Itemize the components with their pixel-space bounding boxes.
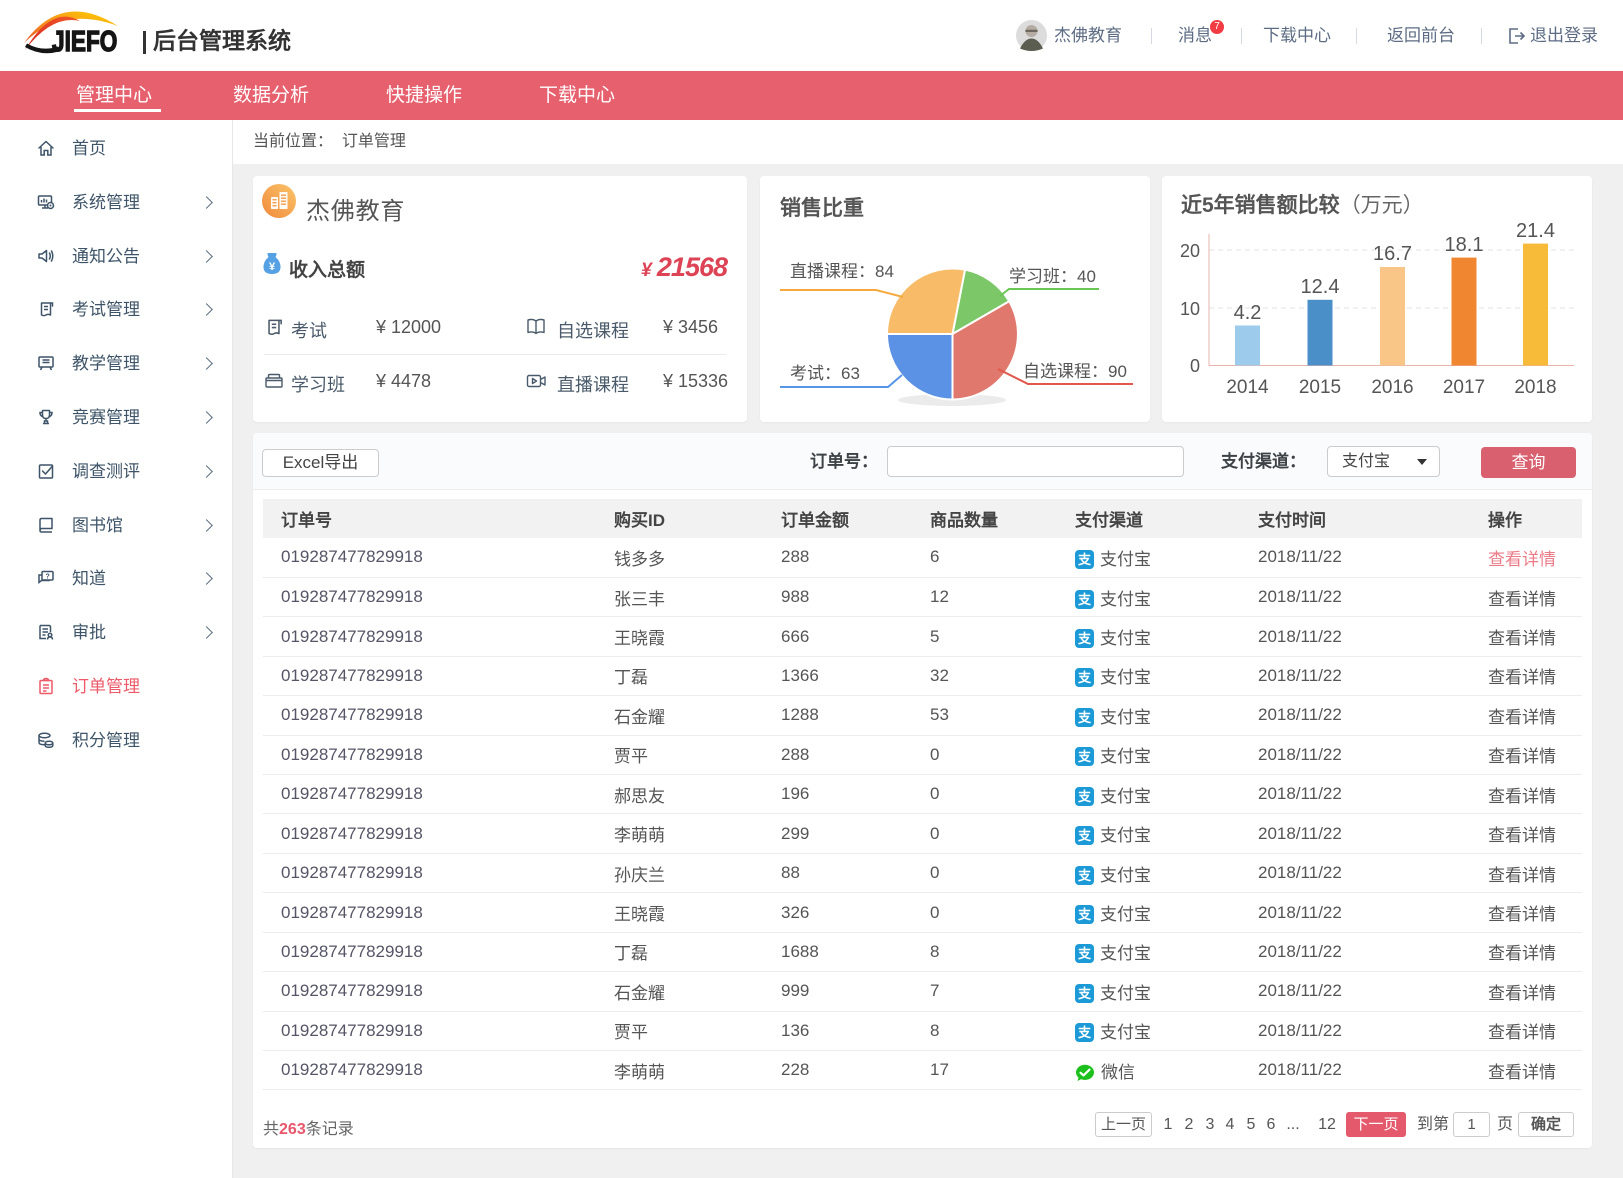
svg-text:支: 支	[1077, 946, 1092, 961]
svg-text:2018: 2018	[1514, 377, 1556, 398]
svg-text:直播课程：84: 直播课程：84	[790, 262, 894, 281]
svg-text:¥: ¥	[269, 261, 276, 273]
svg-text:近5年销售额比较（万元）: 近5年销售额比较（万元）	[1181, 193, 1424, 217]
svg-text:支: 支	[1077, 1025, 1092, 1040]
svg-text:2016: 2016	[1371, 377, 1413, 398]
svg-text:2015: 2015	[1299, 377, 1341, 398]
svg-text:支: 支	[1077, 552, 1092, 567]
svg-text:4.2: 4.2	[1234, 302, 1262, 324]
svg-text:自选课程：90: 自选课程：90	[1023, 362, 1127, 381]
svg-text:支: 支	[1077, 592, 1092, 607]
svg-text:20: 20	[1180, 241, 1200, 261]
svg-text:支: 支	[1077, 710, 1092, 725]
svg-text:学习班：40: 学习班：40	[1009, 267, 1096, 286]
svg-text:?: ?	[46, 574, 50, 581]
svg-text:支: 支	[1077, 789, 1092, 804]
svg-text:支: 支	[1077, 749, 1092, 764]
svg-text:支: 支	[1077, 670, 1092, 685]
svg-text:支: 支	[1077, 986, 1092, 1001]
svg-text:10: 10	[1180, 299, 1200, 319]
svg-text:支: 支	[1077, 828, 1092, 843]
svg-text:12.4: 12.4	[1301, 276, 1340, 298]
svg-text:JIEFO: JIEFO	[52, 24, 117, 57]
svg-text:0: 0	[1190, 356, 1200, 376]
svg-text:后台管理系统: 后台管理系统	[153, 28, 291, 54]
svg-text:18.1: 18.1	[1445, 234, 1484, 256]
svg-text:支: 支	[1077, 868, 1092, 883]
svg-text:21.4: 21.4	[1516, 220, 1555, 242]
svg-text:2017: 2017	[1443, 377, 1485, 398]
svg-text:考试：63: 考试：63	[790, 364, 860, 383]
svg-text:支: 支	[1077, 907, 1092, 922]
svg-text:16.7: 16.7	[1373, 243, 1412, 265]
svg-text:支: 支	[1077, 631, 1092, 646]
svg-text:2014: 2014	[1226, 377, 1269, 398]
